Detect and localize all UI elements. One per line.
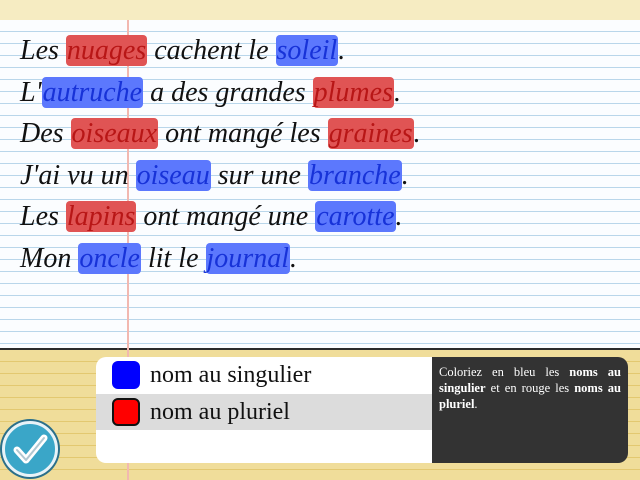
noun-word[interactable]: branche — [307, 159, 402, 191]
sentence-1: Les nuages cachent le soleil. — [20, 30, 421, 72]
noun-word[interactable]: plumes — [312, 76, 394, 108]
sentence-text: . — [401, 159, 409, 191]
sentence-text: . — [289, 242, 297, 274]
noun-word[interactable]: carotte — [315, 201, 396, 232]
sentence-text: Les — [20, 201, 66, 232]
noun-word[interactable]: oncle — [78, 242, 141, 274]
sentence-3: Des oiseaux ont mangé les graines. — [20, 113, 421, 155]
legend-option-plural[interactable]: nom au pluriel — [96, 394, 436, 430]
instructions-text-1: Coloriez en bleu les — [439, 365, 570, 379]
instructions-text-2: et en rouge les — [485, 381, 575, 395]
instructions-text-3: . — [474, 397, 478, 411]
sentence-5: Les lapins ont mangé une carotte. — [20, 196, 421, 238]
check-button[interactable] — [2, 421, 58, 477]
sentence-text: . — [393, 76, 401, 108]
noun-word[interactable]: lapins — [65, 201, 137, 232]
sentence-text: cachent le — [147, 35, 276, 66]
sentence-text: . — [338, 35, 346, 66]
sentence-text: a des grandes — [143, 76, 313, 108]
noun-word[interactable]: oiseaux — [70, 118, 159, 149]
sentence-text: sur une — [210, 159, 308, 191]
color-legend: nom au singulier nom au pluriel — [96, 357, 436, 463]
sentence-6: Mon oncle lit le journal. — [20, 238, 421, 280]
sentence-text: . — [413, 118, 421, 149]
sentence-text: ont mangé les — [158, 118, 328, 149]
sentence-text: Des — [20, 118, 71, 149]
noun-word[interactable]: autruche — [41, 76, 144, 108]
sentence-4: J'ai vu un oiseau sur une branche. — [20, 155, 421, 197]
singular-color-swatch[interactable] — [112, 361, 140, 389]
noun-word[interactable]: journal — [205, 242, 290, 274]
sentence-text: Mon — [20, 242, 79, 274]
sentence-text: Les — [20, 35, 66, 66]
noun-word[interactable]: graines — [327, 118, 414, 149]
checkmark-icon — [13, 434, 48, 464]
sentence-2: L'autruche a des grandes plumes. — [20, 72, 421, 114]
noun-word[interactable]: nuages — [65, 35, 148, 66]
noun-word[interactable]: oiseau — [135, 159, 211, 191]
plural-label: nom au pluriel — [150, 398, 290, 425]
sentence-list: Les nuages cachent le soleil. L'autruche … — [20, 30, 421, 279]
singular-label: nom au singulier — [150, 361, 312, 388]
instructions-panel: Coloriez en bleu les noms au singulier e… — [432, 357, 628, 463]
noun-word[interactable]: soleil — [275, 35, 339, 66]
sentence-text: ont mangé une — [136, 201, 316, 232]
legend-option-singular[interactable]: nom au singulier — [96, 357, 436, 393]
sentence-text: J'ai vu un — [20, 159, 136, 191]
sentence-text: L' — [20, 76, 42, 108]
plural-color-swatch[interactable] — [112, 398, 140, 426]
sentence-text: lit le — [140, 242, 206, 274]
sentence-text: . — [395, 201, 403, 232]
